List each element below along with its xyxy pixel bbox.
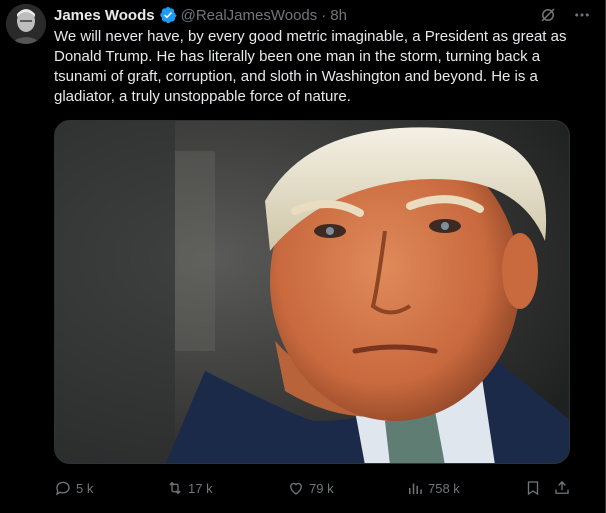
share-button[interactable] <box>553 476 575 500</box>
grok-icon[interactable] <box>539 6 557 24</box>
bookmark-icon <box>527 481 539 496</box>
repost-icon <box>169 481 181 495</box>
like-count: 79 k <box>309 480 334 496</box>
tweet-text: We will never have, by every good metric… <box>54 28 567 105</box>
share-icon <box>555 481 569 494</box>
views-button[interactable]: 758 k <box>406 476 460 500</box>
tweet-header: James Woods @RealJamesWoods · 8h <box>54 4 591 26</box>
repost-button[interactable]: 17 k <box>166 476 213 500</box>
tweet-photo[interactable] <box>54 120 570 464</box>
views-count: 758 k <box>428 480 460 496</box>
reply-icon <box>55 481 70 496</box>
more-options-icon[interactable] <box>573 6 591 24</box>
avatar-photo <box>6 4 46 44</box>
action-bar: 5 k 17 k 79 k 758 k <box>54 476 570 500</box>
timestamp[interactable]: 8h <box>330 7 347 24</box>
verified-badge-icon[interactable] <box>159 6 177 24</box>
reply-count: 5 k <box>76 480 94 496</box>
portrait-photo <box>55 121 569 463</box>
views-chart-icon <box>409 483 422 494</box>
heart-icon <box>290 482 302 495</box>
repost-count: 17 k <box>188 480 213 496</box>
author-name[interactable]: James Woods <box>54 7 155 24</box>
bookmark-button[interactable] <box>524 476 546 500</box>
tweet[interactable]: James Woods @RealJamesWoods · 8h We will… <box>0 0 606 513</box>
like-button[interactable]: 79 k <box>287 476 334 500</box>
separator-dot: · <box>321 6 327 24</box>
reply-button[interactable]: 5 k <box>54 476 93 500</box>
avatar[interactable] <box>6 4 46 44</box>
author-handle[interactable]: @RealJamesWoods <box>181 7 318 24</box>
